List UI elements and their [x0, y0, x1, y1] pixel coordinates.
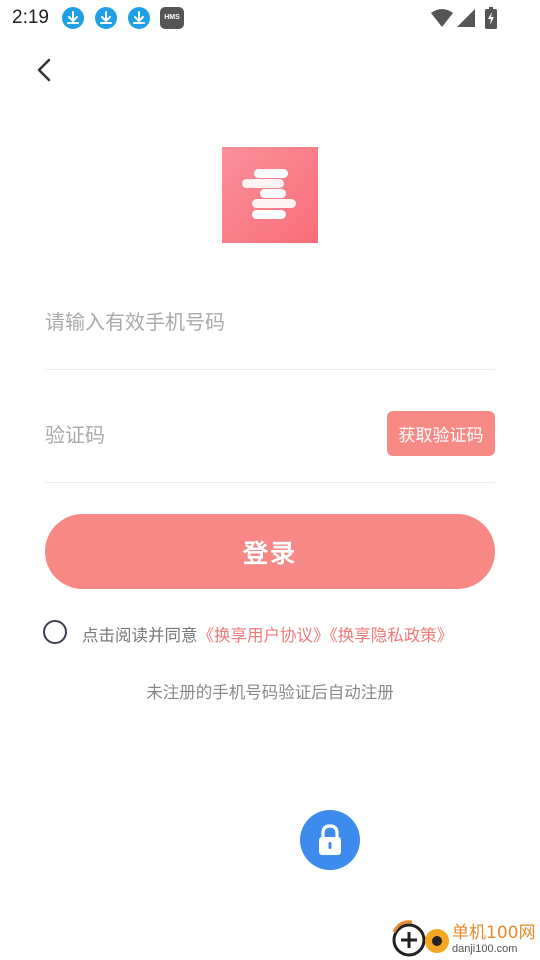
watermark-logo-icon	[392, 920, 449, 957]
agreement-text: 点击阅读并同意《换享用户协议》《换享隐私政策》	[82, 622, 453, 646]
wifi-icon	[430, 7, 454, 33]
back-button[interactable]	[28, 54, 62, 88]
chevron-left-icon	[37, 58, 51, 82]
divider	[45, 369, 495, 370]
verification-code-input[interactable]	[45, 414, 365, 456]
watermark-subtitle: danji100.com	[452, 943, 518, 955]
login-button[interactable]: 登录	[45, 514, 495, 589]
status-time: 2:19	[12, 7, 49, 28]
download-icon	[128, 7, 150, 29]
privacy-policy-link[interactable]: 《换享隐私政策》	[330, 626, 454, 645]
lock-button[interactable]	[300, 810, 360, 870]
download-icon	[95, 7, 117, 29]
divider	[45, 482, 495, 483]
battery-icon	[485, 7, 497, 33]
lock-icon	[319, 824, 341, 855]
app-logo	[222, 147, 318, 243]
get-code-button[interactable]: 获取验证码	[387, 411, 495, 456]
stacked-cards-icon	[242, 169, 296, 219]
download-icon	[62, 7, 84, 29]
signal-icon	[455, 7, 477, 33]
agree-checkbox[interactable]	[43, 620, 67, 644]
watermark: 单机100网 danji100.com	[390, 918, 540, 960]
status-bar: 2:19 HMS	[0, 0, 540, 36]
phone-input[interactable]	[45, 300, 495, 344]
user-agreement-link[interactable]: 《换享用户协议》	[198, 626, 330, 645]
hms-icon: HMS	[160, 7, 184, 29]
register-note: 未注册的手机号码验证后自动注册	[146, 683, 394, 702]
agree-prefix: 点击阅读并同意	[82, 626, 198, 645]
watermark-title: 单机100网	[452, 923, 536, 943]
